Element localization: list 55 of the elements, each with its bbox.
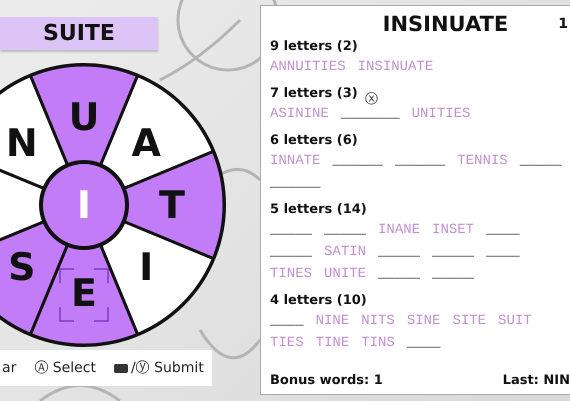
hidden-word-blank: ____ [486, 222, 520, 238]
last-word-text: Last: NIN [502, 373, 570, 388]
current-word-banner: SUITE [0, 17, 158, 50]
wheel-letter[interactable]: N [6, 120, 38, 165]
hidden-word-blank: ______ [394, 153, 446, 169]
hidden-word-blank: _____ [270, 222, 312, 238]
found-word: NINE [316, 313, 350, 329]
found-word: NITS [361, 313, 395, 329]
hidden-word-blank: _____ [378, 244, 420, 260]
found-word: INANE [378, 222, 420, 238]
found-word: SITE [452, 313, 486, 329]
found-word: TIES [270, 335, 304, 351]
hidden-word-blank: ____ [486, 244, 520, 260]
found-word: INSINUATE [358, 59, 434, 75]
wheel-letter[interactable]: T [159, 183, 185, 227]
group-heading: 5 letters (14) [270, 201, 367, 219]
hint-text: ar [2, 360, 16, 376]
found-word: ANNUITIES [270, 59, 346, 75]
hidden-word-blank: _____ [378, 266, 420, 282]
hint-text: /ⓨ Submit [130, 359, 204, 377]
wheel-letter[interactable]: I [139, 245, 154, 290]
found-word: TINE [316, 335, 350, 351]
counter-text: 1 [558, 16, 568, 32]
found-word: TINES [270, 266, 312, 282]
bumper-button-icon [114, 364, 128, 372]
found-word: SINE [406, 313, 440, 329]
puzzle-title: INSINUATE [382, 12, 508, 36]
hidden-word-blank: _____ [270, 244, 312, 260]
wheel-letter[interactable]: A [132, 120, 161, 165]
group-heading: 9 letters (2) [270, 38, 358, 56]
group-heading: 6 letters (6) [270, 132, 358, 150]
found-word: TENNIS [457, 153, 508, 169]
found-word: ASININE [270, 106, 329, 122]
bonus-words-text: Bonus words: 1 [270, 373, 383, 388]
found-word: INSET [432, 222, 474, 238]
found-word: SUIT [498, 313, 532, 329]
wheel-letter[interactable]: E [71, 271, 97, 315]
hint-text: Ⓐ Select [34, 359, 96, 377]
hidden-word-blank: ______ [332, 153, 383, 169]
hidden-word-blank: _____ [324, 222, 366, 238]
wheel-letter[interactable]: U [68, 95, 100, 139]
found-word: UNITIES [412, 106, 470, 122]
hidden-word-blank: _____ [520, 153, 562, 169]
found-word: INNATE [270, 153, 320, 169]
wheel-letter[interactable]: S [8, 245, 36, 290]
found-word: UNITE [324, 266, 366, 282]
hidden-word-blank: ____ [406, 335, 440, 351]
hidden-word-blank: ____ [270, 313, 304, 329]
found-word: TINS [361, 335, 395, 351]
hidden-word-blank: _____ [432, 266, 474, 282]
group-heading: 7 letters (3) [270, 85, 358, 103]
group-heading: 4 letters (10) [270, 292, 367, 310]
found-word: SATIN [324, 244, 366, 260]
hidden-word-blank: _____ [432, 244, 474, 260]
hidden-word-blank: ______ [270, 175, 320, 191]
